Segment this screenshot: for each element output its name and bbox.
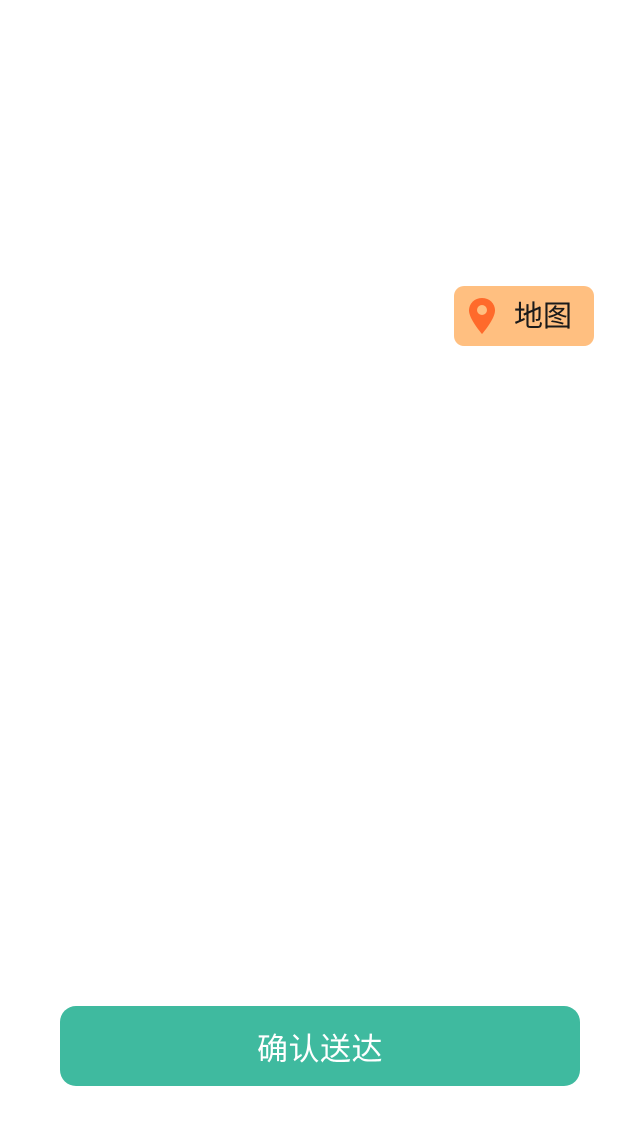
map-pin-icon: [468, 297, 496, 335]
map-button-label: 地图: [514, 298, 573, 333]
confirm-delivery-label: 确认送达: [257, 1031, 383, 1068]
map-button[interactable]: 地图: [454, 286, 594, 346]
confirm-delivery-button[interactable]: 确认送达: [60, 1006, 580, 1086]
